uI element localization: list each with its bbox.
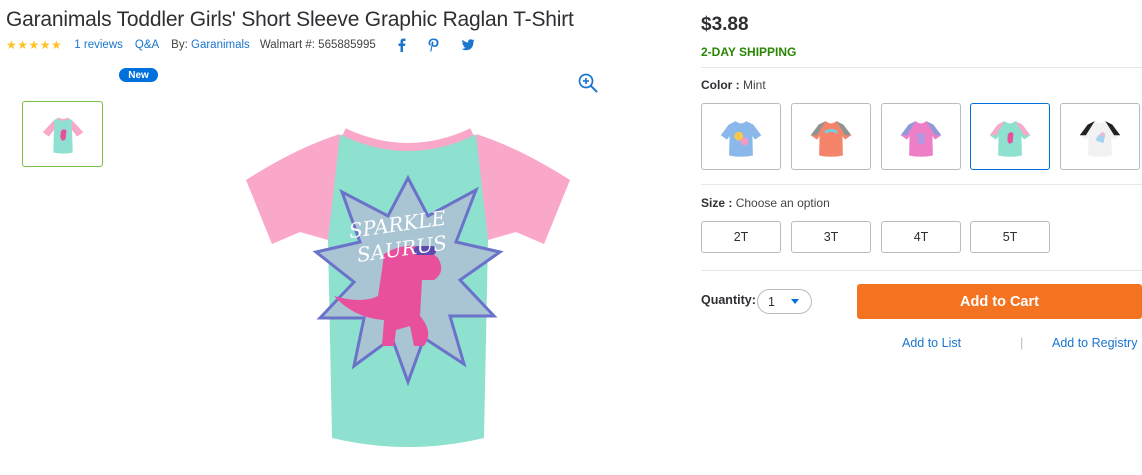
color-label-text: Color : <box>701 78 740 92</box>
size-label: Size : Choose an option <box>701 196 830 210</box>
size-option-5t[interactable]: 5T <box>970 221 1050 253</box>
link-separator: | <box>1020 335 1024 350</box>
quantity-label: Quantity: <box>701 293 756 307</box>
chevron-down-icon <box>791 299 799 304</box>
swatch-shirt-image <box>900 120 942 159</box>
color-swatch-mint[interactable] <box>970 103 1050 170</box>
color-selected-value: Mint <box>743 78 766 92</box>
thumbnail-selected[interactable] <box>22 101 103 167</box>
social-share <box>398 38 475 52</box>
product-title: Garanimals Toddler Girls' Short Sleeve G… <box>6 8 574 31</box>
facebook-icon[interactable] <box>398 38 406 52</box>
add-to-cart-button[interactable]: Add to Cart <box>857 284 1142 319</box>
pinterest-icon[interactable] <box>428 38 439 52</box>
size-placeholder: Choose an option <box>735 196 830 210</box>
size-option-4t[interactable]: 4T <box>881 221 961 253</box>
rating-stars[interactable]: ★★★★★ <box>6 38 62 52</box>
color-label: Color : Mint <box>701 78 766 92</box>
size-option-3t[interactable]: 3T <box>791 221 871 253</box>
brand-link[interactable]: Garanimals <box>191 39 250 51</box>
color-swatch-coral[interactable] <box>791 103 871 170</box>
color-swatch-pink[interactable] <box>881 103 961 170</box>
walmart-number: Walmart #: 565885995 <box>259 39 376 51</box>
size-option-2t[interactable]: 2T <box>701 221 781 253</box>
swatch-shirt-image <box>989 120 1031 159</box>
new-badge: New <box>119 68 158 82</box>
qa-link[interactable]: Q&A <box>135 39 159 51</box>
swatch-shirt-image <box>719 115 763 159</box>
color-swatch-black-white[interactable] <box>1060 103 1140 170</box>
shipping-badge: 2-DAY SHIPPING <box>701 45 797 59</box>
brand-by-label: By: Garanimals <box>171 39 250 51</box>
product-main-image: SPARKLE SAURUS <box>246 128 570 447</box>
divider <box>701 67 1142 68</box>
quantity-select[interactable]: 1 <box>757 289 812 314</box>
reviews-link[interactable]: 1 reviews <box>74 39 123 51</box>
swatch-shirt-image <box>1079 120 1121 159</box>
divider <box>701 270 1142 271</box>
zoom-in-icon[interactable] <box>578 73 598 93</box>
price: $3.88 <box>701 14 749 35</box>
size-label-text: Size : <box>701 196 733 210</box>
add-to-registry-link[interactable]: Add to Registry <box>1052 336 1137 350</box>
thumbnail-shirt-image <box>42 117 83 154</box>
divider <box>701 184 1142 185</box>
swatch-shirt-image <box>810 120 852 159</box>
color-swatch-light-blue[interactable] <box>701 103 781 170</box>
by-prefix: By: <box>171 39 188 51</box>
product-meta-row: ★★★★★ 1 reviews Q&A By: Garanimals Walma… <box>6 37 475 53</box>
add-to-list-link[interactable]: Add to List <box>902 336 961 350</box>
twitter-icon[interactable] <box>461 39 475 51</box>
quantity-value: 1 <box>768 294 775 309</box>
